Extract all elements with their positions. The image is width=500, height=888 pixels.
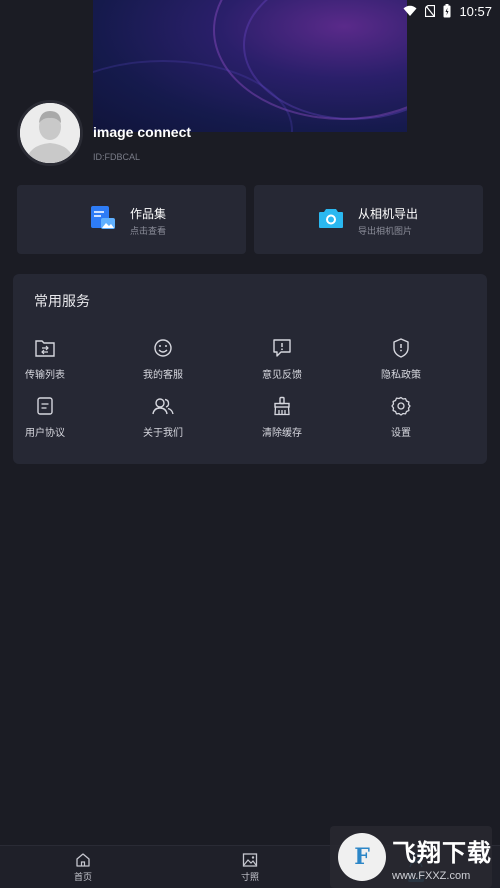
camera-icon — [318, 207, 344, 234]
service-clear-cache[interactable]: 清除缓存 — [242, 396, 322, 439]
transfer-list-icon — [5, 338, 85, 360]
gallery-icon — [90, 205, 116, 236]
home-icon — [53, 852, 113, 868]
agreement-icon — [5, 396, 85, 418]
watermark-cn: 飞翔下载 — [392, 839, 492, 867]
common-services-panel: 常用服务 传输列表 我的客服 意见反馈 隐私政策 用户协议 关于我们 清除缓存 … — [13, 274, 487, 464]
nav-label: 寸照 — [240, 872, 259, 882]
avatar[interactable] — [17, 100, 83, 166]
service-about-us[interactable]: 关于我们 — [123, 396, 203, 439]
site-watermark: F 飞翔下载 www.FXXZ.com — [330, 826, 492, 888]
watermark-logo-icon: F — [338, 833, 386, 881]
avatar-placeholder-icon — [20, 103, 80, 163]
service-settings[interactable]: 设置 — [361, 396, 441, 439]
clear-cache-icon — [242, 396, 322, 418]
nav-id-photo[interactable]: 寸照 — [220, 852, 280, 883]
customer-service-icon — [123, 338, 203, 360]
user-id: ID:FDBCAL — [93, 152, 141, 162]
service-user-agreement[interactable]: 用户协议 — [5, 396, 85, 439]
nav-home[interactable]: 首页 — [53, 852, 113, 883]
battery-icon — [443, 4, 451, 18]
wifi-icon — [403, 5, 417, 17]
clock-time: 10:57 — [459, 3, 492, 19]
export-camera-card[interactable]: 从相机导出 导出相机图片 — [254, 185, 483, 254]
service-label: 清除缓存 — [262, 428, 302, 439]
settings-icon — [361, 396, 441, 418]
about-us-icon — [123, 396, 203, 418]
user-name: image connect — [93, 124, 192, 140]
service-feedback[interactable]: 意见反馈 — [242, 338, 322, 381]
portfolio-subtitle: 点击查看 — [130, 226, 167, 236]
export-camera-subtitle: 导出相机图片 — [358, 226, 413, 236]
portfolio-title: 作品集 — [130, 207, 167, 221]
service-label: 隐私政策 — [381, 370, 421, 381]
export-camera-title: 从相机导出 — [358, 207, 419, 221]
service-label: 设置 — [391, 428, 411, 439]
service-transfer-list[interactable]: 传输列表 — [5, 338, 85, 381]
photo-frame-icon — [220, 852, 280, 868]
service-label: 意见反馈 — [262, 370, 302, 381]
service-privacy-policy[interactable]: 隐私政策 — [361, 338, 441, 381]
privacy-shield-icon — [361, 338, 441, 360]
service-label: 用户协议 — [25, 428, 65, 439]
portfolio-card[interactable]: 作品集 点击查看 — [17, 185, 246, 254]
nav-label: 首页 — [73, 872, 92, 882]
feedback-icon — [242, 338, 322, 360]
service-label: 关于我们 — [143, 428, 183, 439]
service-label: 传输列表 — [25, 370, 65, 381]
service-label: 我的客服 — [143, 370, 183, 381]
service-customer-service[interactable]: 我的客服 — [123, 338, 203, 381]
status-bar: 10:57 — [0, 0, 500, 22]
no-sim-icon — [425, 5, 436, 17]
services-title: 常用服务 — [34, 293, 90, 309]
watermark-en: www.FXXZ.com — [392, 869, 471, 882]
